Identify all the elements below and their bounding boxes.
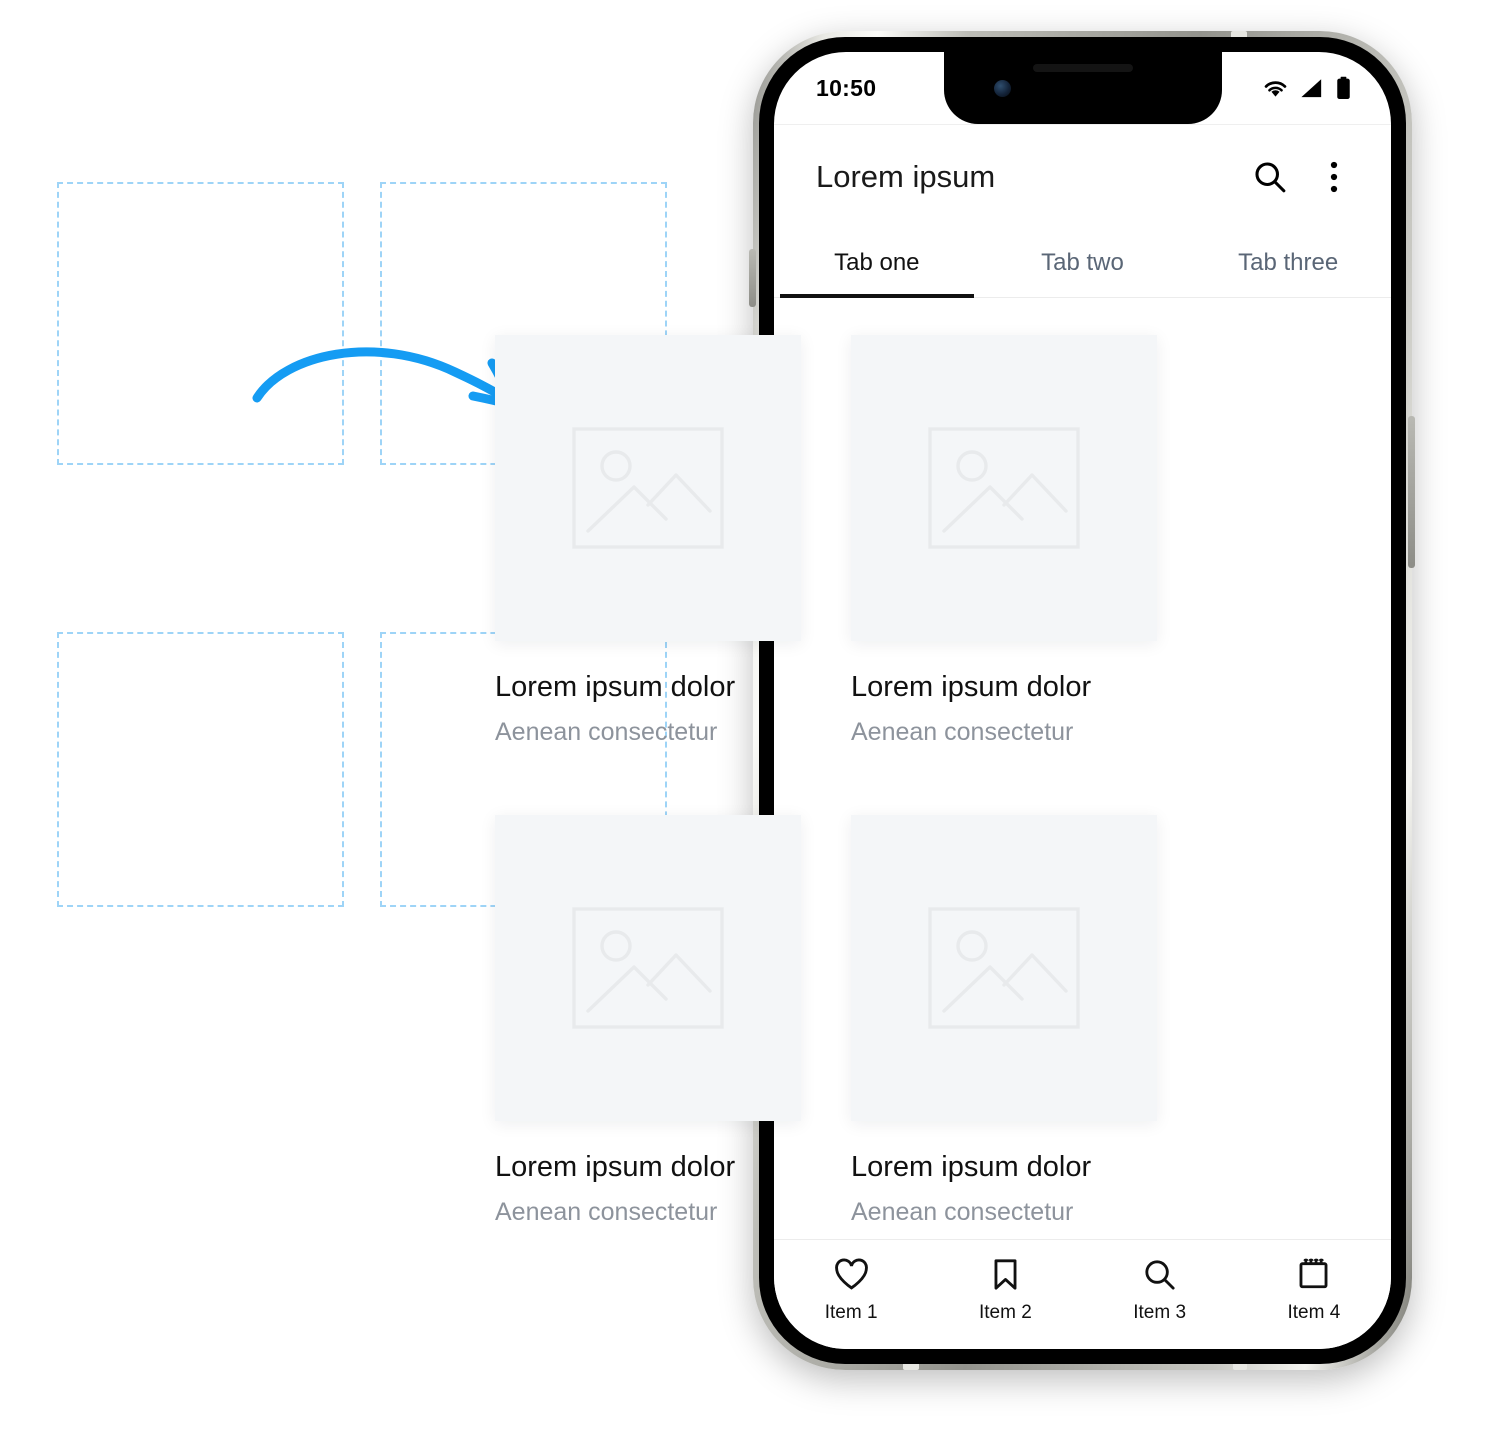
front-camera-icon	[993, 80, 1011, 97]
device-notch	[943, 52, 1222, 124]
wifi-icon	[1264, 80, 1287, 97]
card-thumbnail	[495, 815, 801, 1121]
image-placeholder-icon	[572, 907, 724, 1029]
content-card[interactable]: Lorem ipsum dolor Aenean consectetur	[495, 335, 801, 747]
bottom-navigation-bar: Item 1 Item 2 Item 3 Item 4	[774, 1239, 1391, 1349]
nav-item-2[interactable]: Item 2	[945, 1256, 1065, 1324]
search-icon	[1145, 1260, 1175, 1290]
card-thumbnail	[851, 815, 1157, 1121]
image-placeholder-icon	[572, 427, 724, 549]
nav-item-4[interactable]: Item 4	[1254, 1256, 1374, 1324]
card-thumbnail	[851, 335, 1157, 641]
card-title: Lorem ipsum dolor	[495, 1151, 736, 1183]
card-thumbnail	[495, 335, 801, 641]
nav-label: Item 2	[978, 1302, 1032, 1323]
nav-label: Item 4	[1287, 1302, 1341, 1323]
nav-item-1[interactable]: Item 1	[791, 1256, 911, 1324]
card-title: Lorem ipsum dolor	[851, 1151, 1092, 1183]
card-title: Lorem ipsum dolor	[495, 671, 736, 703]
bookmark-icon	[994, 1259, 1017, 1290]
calendar-icon	[1299, 1258, 1328, 1289]
battery-icon	[1337, 76, 1350, 100]
card-subtitle: Aenean consectetur	[495, 718, 718, 746]
content-card[interactable]: Lorem ipsum dolor Aenean consectetur	[851, 335, 1157, 747]
image-placeholder-icon	[928, 427, 1080, 549]
card-subtitle: Aenean consectetur	[851, 718, 1074, 746]
card-subtitle: Aenean consectetur	[495, 1198, 718, 1226]
card-subtitle: Aenean consectetur	[851, 1198, 1074, 1226]
earpiece-speaker	[1032, 64, 1133, 72]
heart-icon	[834, 1258, 868, 1290]
status-time: 10:50	[816, 74, 877, 101]
nav-label: Item 1	[824, 1302, 878, 1323]
nav-label: Item 3	[1133, 1302, 1187, 1323]
content-card[interactable]: Lorem ipsum dolor Aenean consectetur	[851, 815, 1157, 1227]
content-grid: Lorem ipsum dolor Aenean consectetur Lor…	[0, 0, 1500, 1439]
nav-item-3[interactable]: Item 3	[1100, 1256, 1220, 1324]
cellular-signal-icon	[1301, 78, 1322, 97]
content-card[interactable]: Lorem ipsum dolor Aenean consectetur	[495, 815, 801, 1227]
canvas: 10:50 Lorem ipsum Tab one Tab two Tab th…	[0, 0, 1500, 1439]
image-placeholder-icon	[928, 907, 1080, 1029]
card-title: Lorem ipsum dolor	[851, 671, 1092, 703]
